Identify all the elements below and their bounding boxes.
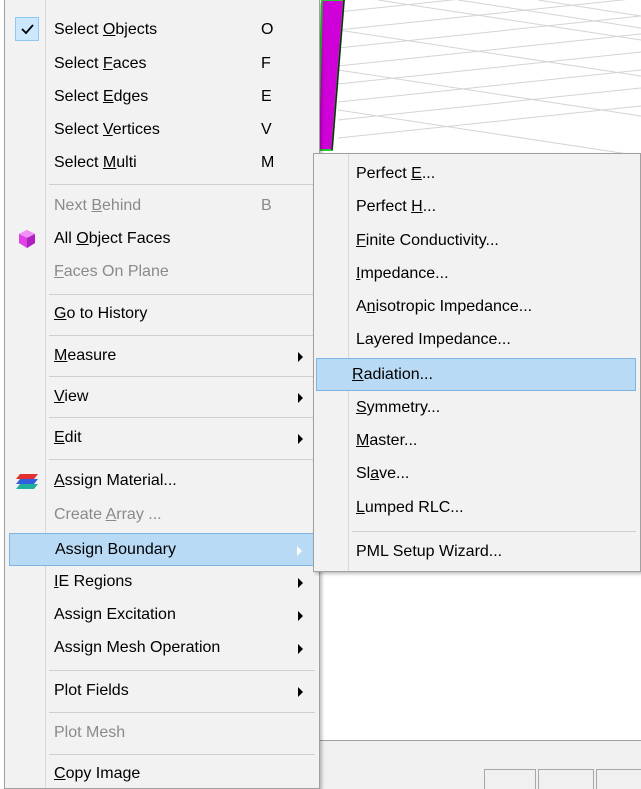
menu-item-assign-excitation[interactable]: Assign Excitation <box>9 599 315 632</box>
menu-item-edit[interactable]: Edit <box>9 422 315 455</box>
menu-item-plot-fields[interactable]: Plot Fields <box>9 675 315 708</box>
material-layers-icon <box>15 470 39 492</box>
menu-separator <box>49 754 315 755</box>
menu-item-select-vertices[interactable]: Select Vertices V <box>9 114 315 147</box>
checkmark-icon <box>15 17 39 41</box>
menu-item-next-behind: Next Behind B <box>54 197 272 214</box>
status-pane <box>484 769 536 789</box>
submenu-arrow-icon <box>298 352 303 362</box>
submenu-item-lumped-rlc[interactable]: Lumped RLC... <box>318 492 636 525</box>
submenu-arrow-icon <box>298 393 303 403</box>
menu-item-measure[interactable]: Measure <box>9 340 315 373</box>
menu-item-all-object-faces[interactable]: All Object Faces <box>9 223 315 256</box>
menu-item-select-faces[interactable]: Select Faces F <box>9 48 315 81</box>
menu-item-ie-regions[interactable]: IE Regions <box>9 566 315 599</box>
shortcut-key: E <box>261 88 272 105</box>
menu-item-assign-boundary[interactable]: Assign Boundary <box>9 533 315 566</box>
submenu-item-perfect-h[interactable]: Perfect H... <box>318 191 636 224</box>
menu-item-select-objects[interactable]: Select Objects O <box>9 14 315 47</box>
menu-item-copy-image[interactable]: Copy Image <box>9 758 315 789</box>
menu-separator <box>49 376 315 377</box>
cube-icon <box>15 228 39 250</box>
submenu-item-anisotropic-impedance[interactable]: Anisotropic Impedance... <box>318 291 636 324</box>
modeler-window: Select Objects O Select Faces F Select E… <box>0 0 641 789</box>
shortcut-key: O <box>261 21 274 38</box>
shortcut-key: B <box>261 197 272 214</box>
menu-separator <box>49 712 315 713</box>
menu-item-assign-material[interactable]: Assign Material... <box>9 465 315 498</box>
submenu-item-impedance[interactable]: Impedance... <box>318 258 636 291</box>
menu-separator <box>49 335 315 336</box>
status-bar <box>318 740 641 789</box>
submenu-item-symmetry[interactable]: Symmetry... <box>318 392 636 425</box>
submenu-item-master[interactable]: Master... <box>318 425 636 458</box>
submenu-item-finite-conductivity[interactable]: Finite Conductivity... <box>318 225 636 258</box>
submenu-item-perfect-e[interactable]: Perfect E... <box>318 158 636 191</box>
menu-separator <box>49 184 315 185</box>
menu-item-faces-on-plane: Faces On Plane <box>54 263 169 280</box>
submenu-arrow-icon <box>298 644 303 654</box>
submenu-arrow-icon <box>298 611 303 621</box>
context-menu: Select Objects O Select Faces F Select E… <box>4 0 320 789</box>
menu-item-plot-mesh: Plot Mesh <box>54 724 126 741</box>
menu-separator <box>49 417 315 418</box>
submenu-item-radiation[interactable]: Radiation... <box>316 358 636 391</box>
status-pane <box>596 769 641 789</box>
menu-separator <box>49 294 315 295</box>
assign-boundary-submenu: Perfect E... Perfect H... Finite Conduct… <box>313 153 641 572</box>
selected-object-face <box>318 0 346 151</box>
submenu-arrow-icon <box>298 578 303 588</box>
submenu-arrow-icon <box>297 546 302 556</box>
menu-item-go-to-history[interactable]: Go to History <box>9 298 315 331</box>
shortcut-key: M <box>261 154 275 171</box>
submenu-arrow-icon <box>298 434 303 444</box>
submenu-arrow-icon <box>298 687 303 697</box>
submenu-item-slave[interactable]: Slave... <box>318 458 636 491</box>
shortcut-key: F <box>261 55 271 72</box>
status-pane <box>538 769 594 789</box>
submenu-item-pml-setup-wizard[interactable]: PML Setup Wizard... <box>318 536 636 569</box>
menu-item-create-array: Create Array ... <box>54 506 162 523</box>
menu-separator <box>352 531 636 532</box>
menu-separator <box>49 670 315 671</box>
shortcut-key: V <box>261 121 272 138</box>
menu-item-select-edges[interactable]: Select Edges E <box>9 81 315 114</box>
menu-item-assign-mesh-operation[interactable]: Assign Mesh Operation <box>9 632 315 665</box>
menu-item-view[interactable]: View <box>9 381 315 414</box>
submenu-item-layered-impedance[interactable]: Layered Impedance... <box>318 324 636 357</box>
menu-separator <box>49 459 315 460</box>
menu-item-select-multi[interactable]: Select Multi M <box>9 147 315 180</box>
